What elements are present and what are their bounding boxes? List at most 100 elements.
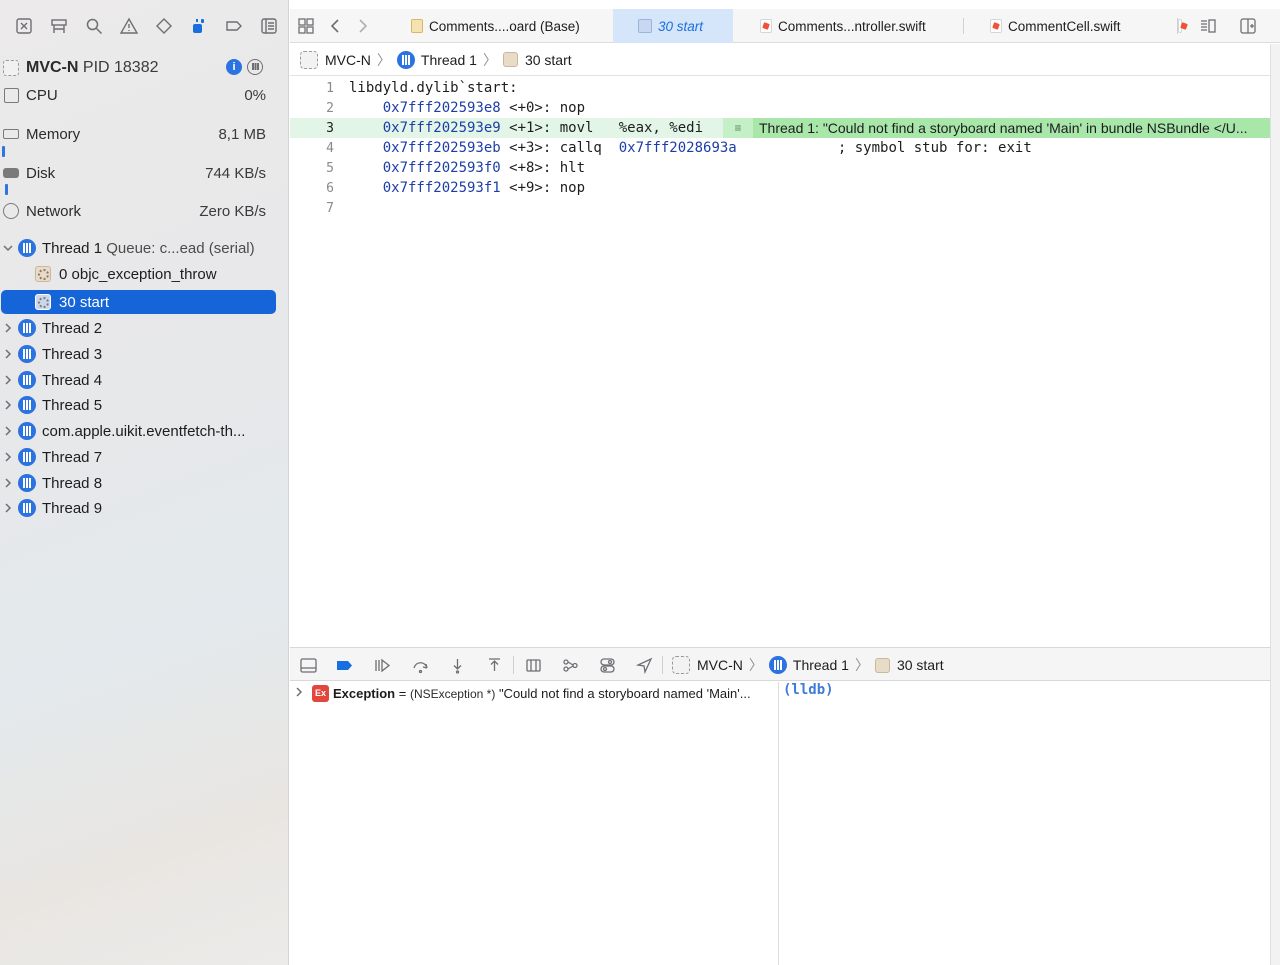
exception-badge-icon: Ex xyxy=(312,684,329,702)
breadcrumb-thread[interactable]: Thread 1 xyxy=(768,656,849,674)
thread-name: com.apple.uikit.eventfetch-th... xyxy=(42,422,246,440)
tab-storyboard[interactable]: Comments....oard (Base) xyxy=(395,9,613,43)
info-icon[interactable]: i xyxy=(226,59,242,75)
network-value: Zero KB/s xyxy=(199,202,266,220)
memory-label: Memory xyxy=(26,125,81,143)
disk-level-bar xyxy=(5,184,8,195)
simulate-location-icon[interactable] xyxy=(634,655,654,675)
thread-name: Thread 9 xyxy=(42,499,103,517)
app-icon xyxy=(672,656,690,674)
hide-debug-area-icon[interactable] xyxy=(298,655,318,675)
line-number: 5 xyxy=(326,160,334,176)
thread-row[interactable]: com.apple.uikit.eventfetch-th... xyxy=(0,419,289,443)
process-row[interactable]: MVC-N PID 18382 i xyxy=(0,55,289,81)
variable-row-exception[interactable]: Ex Exception = (NSException *) "Could no… xyxy=(290,683,779,703)
split-editor-icon[interactable] xyxy=(1238,16,1258,36)
breadcrumb-project[interactable]: MVC-N xyxy=(672,656,743,674)
chevron-right-icon: 〉 xyxy=(482,51,497,68)
chevron-right-icon[interactable] xyxy=(3,348,13,360)
chevron-right-icon[interactable] xyxy=(3,502,13,514)
thread-row[interactable]: Thread 5 xyxy=(0,393,289,417)
line-text: libdyld.dylib`start: xyxy=(349,80,518,96)
view-debugger-icon[interactable] xyxy=(523,655,543,675)
network-label: Network xyxy=(26,202,82,220)
continue-icon[interactable] xyxy=(372,655,392,675)
project-navigator-icon[interactable] xyxy=(14,16,34,36)
step-into-icon[interactable] xyxy=(447,655,467,675)
disassembly-editor[interactable]: 1 libdyld.dylib`start: 2 0x7fff202593e8 … xyxy=(290,78,1270,646)
breakpoints-toggle-icon[interactable] xyxy=(334,655,354,675)
chevron-right-icon[interactable] xyxy=(3,399,13,411)
lldb-console[interactable]: (lldb) xyxy=(780,682,1270,965)
frame-label: 0 objc_exception_throw xyxy=(59,265,217,283)
source-control-icon[interactable] xyxy=(49,16,69,36)
tab-label: Comments...ntroller.swift xyxy=(778,18,926,34)
breadcrumb-label: 30 start xyxy=(896,657,944,673)
disk-gauge[interactable]: Disk 744 KB/s xyxy=(0,160,289,186)
disk-label: Disk xyxy=(26,164,56,182)
back-arrow-icon[interactable] xyxy=(326,16,346,36)
thread-row[interactable]: Thread 4 xyxy=(0,368,289,392)
thread-row[interactable]: Thread 2 xyxy=(0,316,289,340)
thread-filter-icon[interactable] xyxy=(247,59,263,75)
grid-icon[interactable] xyxy=(296,16,316,36)
tab-30-start[interactable]: 30 start xyxy=(613,9,733,43)
instruction-address: 0x7fff202593f1 xyxy=(349,180,501,196)
breadcrumb-project[interactable]: MVC-N xyxy=(300,50,371,69)
breakpoint-icon[interactable] xyxy=(224,16,244,36)
step-over-icon[interactable] xyxy=(410,655,430,675)
report-icon[interactable] xyxy=(259,16,279,36)
thread-name: Thread 7 xyxy=(42,448,103,466)
memory-gauge[interactable]: Memory 8,1 MB xyxy=(0,121,289,147)
breadcrumb-label: 30 start xyxy=(524,51,572,68)
inspector-toggle-icon[interactable] xyxy=(1198,16,1218,36)
forward-arrow-icon[interactable] xyxy=(352,16,372,36)
chevron-right-icon: 〉 xyxy=(748,657,763,673)
thread-row[interactable]: Thread 7 xyxy=(0,445,289,469)
line-number: 7 xyxy=(326,200,334,216)
chevron-right-icon[interactable] xyxy=(3,425,13,437)
frame-row-30-selected[interactable]: 30 start xyxy=(1,290,276,314)
instruction-text: <+3>: callq xyxy=(500,140,619,156)
thread-row[interactable]: Thread 9 xyxy=(0,496,289,520)
tab-overflow[interactable] xyxy=(1178,9,1188,43)
thread-icon xyxy=(396,50,415,69)
tab-comments-controller[interactable]: Comments...ntroller.swift xyxy=(733,9,964,43)
network-gauge[interactable]: Network Zero KB/s xyxy=(0,198,289,224)
chevron-down-icon[interactable] xyxy=(3,242,13,254)
stack-frame-icon xyxy=(638,19,652,33)
thread-row[interactable]: Thread 3 xyxy=(0,342,289,366)
chevron-right-icon[interactable] xyxy=(3,322,13,334)
test-icon[interactable] xyxy=(154,16,174,36)
app-icon xyxy=(300,50,318,69)
cpu-gauge[interactable]: CPU 0% xyxy=(0,82,289,108)
breadcrumb-thread[interactable]: Thread 1 xyxy=(396,50,477,69)
breadcrumb-frame[interactable]: 30 start xyxy=(502,51,572,68)
chevron-right-icon[interactable] xyxy=(3,451,13,463)
globe-icon xyxy=(2,202,20,220)
tab-comment-cell[interactable]: CommentCell.swift xyxy=(963,9,1178,43)
thread-row[interactable]: Thread 8 xyxy=(0,471,289,495)
tab-label: Comments....oard (Base) xyxy=(429,18,580,34)
stack-frame-icon xyxy=(874,657,890,673)
instruction-text: <+1>: movl %eax, %edi xyxy=(500,120,704,136)
variables-view[interactable]: Ex Exception = (NSException *) "Could no… xyxy=(290,682,779,965)
chevron-right-icon[interactable] xyxy=(3,477,13,489)
breadcrumb-frame[interactable]: 30 start xyxy=(874,657,944,673)
environment-overrides-icon[interactable] xyxy=(597,655,617,675)
thread-icon xyxy=(768,656,787,674)
issue-icon[interactable] xyxy=(119,16,139,36)
memory-graph-icon[interactable] xyxy=(560,655,580,675)
step-out-icon[interactable] xyxy=(484,655,504,675)
debug-navigator-icon[interactable] xyxy=(189,16,209,36)
thread-icon xyxy=(18,474,36,492)
tab-label: CommentCell.swift xyxy=(1008,18,1121,34)
find-icon[interactable] xyxy=(84,16,104,36)
debug-navigator: MVC-N PID 18382 i CPU 0% Memory 8,1 MB D… xyxy=(0,0,289,965)
frame-row-0[interactable]: 0 objc_exception_throw xyxy=(0,262,289,286)
exception-annotation[interactable]: ≡ Thread 1: "Could not find a storyboard… xyxy=(723,118,1270,138)
thread-row-1[interactable]: Thread 1 Queue: c...ead (serial) xyxy=(0,236,289,260)
chevron-right-icon[interactable] xyxy=(3,374,13,386)
chevron-right-icon[interactable] xyxy=(295,686,303,700)
stack-frame-icon xyxy=(35,294,51,310)
